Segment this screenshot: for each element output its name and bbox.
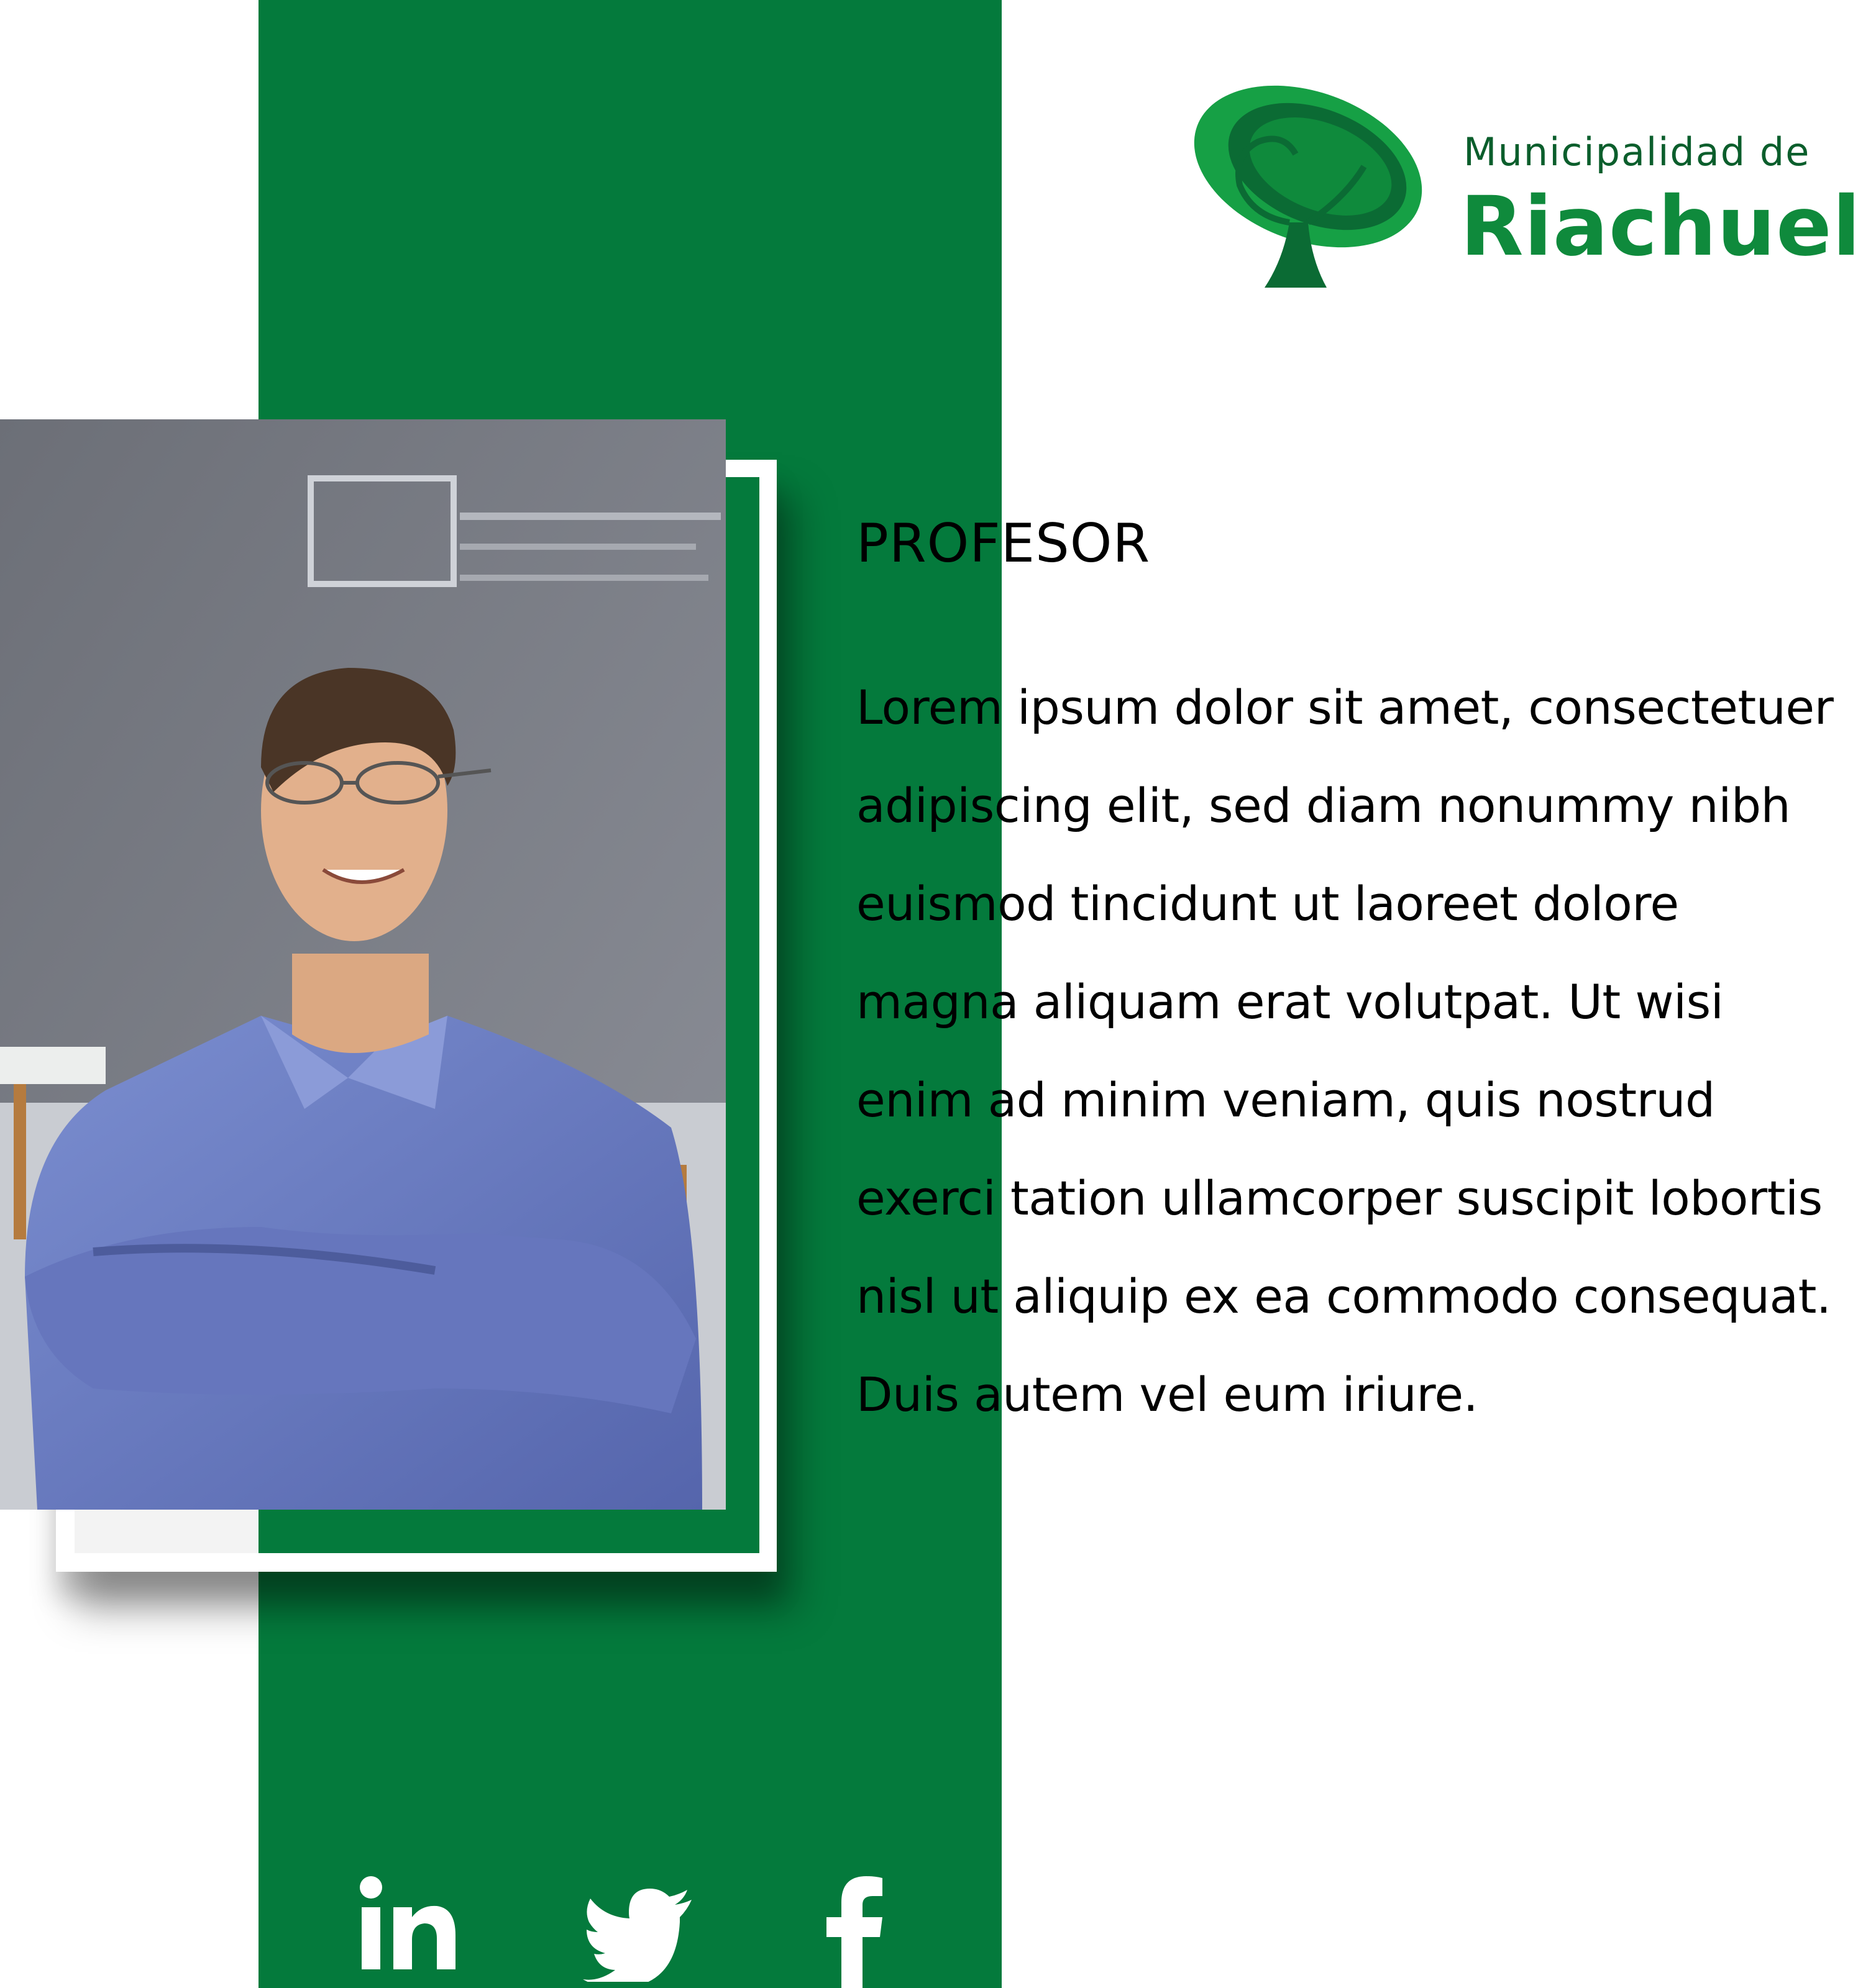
municipal-logo: Municipalidad de Riachuelo [1184,73,1858,297]
twitter-icon[interactable] [583,1889,692,1982]
tree-logo-icon [1194,85,1422,288]
profile-photo [0,419,726,1510]
logo-line2: Riachuelo [1460,179,1858,275]
profile-role-title: PROFESOR [856,513,1151,575]
linkedin-icon[interactable] [359,1876,455,1969]
logo-line1: Municipalidad de [1463,129,1811,175]
profile-description: Lorem ipsum dolor sit amet, consectetuer… [856,680,1834,1422]
facebook-icon[interactable] [826,1876,882,1988]
